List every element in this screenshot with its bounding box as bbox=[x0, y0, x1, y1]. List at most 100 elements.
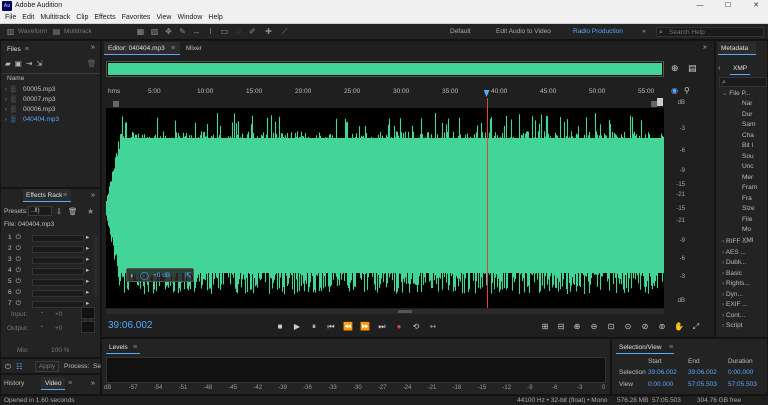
power-icon[interactable]: ⏻ bbox=[16, 278, 21, 285]
output-knob-icon[interactable]: ◔ bbox=[39, 324, 43, 331]
zoom-in-amplitude-icon[interactable]: ⊞ bbox=[539, 321, 551, 333]
mixer-tab[interactable]: Mixer bbox=[186, 45, 202, 52]
metadata-group[interactable]: › AES ... bbox=[722, 248, 768, 259]
razor-tool-icon[interactable]: ✎ bbox=[178, 27, 187, 36]
overview-navigator[interactable] bbox=[106, 61, 664, 77]
metadata-group[interactable]: › RIFF ... bbox=[722, 237, 768, 248]
volume-handle[interactable] bbox=[657, 98, 663, 106]
metadata-group[interactable]: › Rights... bbox=[722, 279, 768, 290]
presets-dropdown[interactable]: ..ll) bbox=[28, 206, 52, 216]
power-icon[interactable]: ⏻ bbox=[16, 245, 21, 252]
time-ruler[interactable]: 5:00 10:00 15:00 20:00 25:00 30:00 35:00 40:00 4… bbox=[106, 86, 664, 98]
panel-menu-icon[interactable]: ≡ bbox=[133, 344, 137, 351]
metadata-group[interactable]: › Basic bbox=[722, 269, 768, 280]
list-view-icon[interactable]: ☷ bbox=[16, 362, 23, 371]
effect-slot[interactable]: 3 ⏻ ▸ bbox=[4, 255, 94, 265]
expand-arrow-icon[interactable]: › bbox=[1, 115, 11, 125]
hand-tool-icon[interactable]: ✋ bbox=[673, 321, 685, 333]
list-item-selected[interactable]: › ▒ 040404.mp3 bbox=[1, 115, 100, 125]
selection-end-field[interactable]: 39:06.002 bbox=[688, 369, 717, 376]
metadata-search-box[interactable]: ⌕ bbox=[719, 77, 767, 87]
view-options-icon[interactable]: ▤ bbox=[688, 63, 697, 74]
power-icon[interactable]: ⏻ bbox=[5, 362, 11, 372]
metadata-field[interactable]: Mer bbox=[742, 173, 768, 184]
multitrack-view-button[interactable]: Multitrack bbox=[64, 24, 92, 40]
power-icon[interactable]: ⏻ bbox=[16, 289, 21, 296]
time-selection-tool-icon[interactable]: I bbox=[206, 27, 215, 36]
playhead-line[interactable] bbox=[486, 98, 488, 308]
marquee-tool-icon[interactable]: ▭ bbox=[220, 27, 229, 36]
expand-arrow-icon[interactable]: ⌄ bbox=[722, 90, 727, 97]
slot-arrow-icon[interactable]: ▸ bbox=[86, 255, 89, 265]
metadata-field[interactable]: Unc bbox=[742, 162, 768, 173]
insert-icon[interactable]: ⇥ bbox=[26, 59, 32, 68]
menu-effects[interactable]: Effects bbox=[91, 12, 118, 24]
brush-tool-icon[interactable]: ✐ bbox=[248, 27, 257, 36]
slot-arrow-icon[interactable]: ▸ bbox=[86, 266, 89, 276]
metadata-field[interactable]: Dur bbox=[742, 110, 768, 121]
files-tab[interactable]: Files bbox=[7, 46, 21, 53]
effect-slot[interactable]: 1 ⏻ ▸ bbox=[4, 233, 94, 243]
pin-icon[interactable]: ⇱ bbox=[185, 271, 192, 280]
metadata-field[interactable]: Sam bbox=[742, 120, 768, 131]
search-help-box[interactable]: ⌕ bbox=[656, 27, 764, 37]
healing-brush-icon[interactable]: ⟋ bbox=[280, 27, 289, 36]
slot-arrow-icon[interactable]: ▸ bbox=[86, 244, 89, 254]
spot-healing-tool-icon[interactable]: ✚ bbox=[264, 27, 273, 36]
stop-button[interactable]: ■ bbox=[274, 321, 286, 333]
slot-arrow-icon[interactable]: ▸ bbox=[86, 233, 89, 243]
effect-slot-dropdown[interactable] bbox=[32, 279, 84, 286]
tab-video[interactable]: Video bbox=[41, 377, 65, 390]
selection-duration-field[interactable]: 0:00.000 bbox=[728, 369, 753, 376]
zoom-left-edge-icon[interactable]: ⊘ bbox=[639, 321, 651, 333]
menu-favorites[interactable]: Favorites bbox=[119, 12, 154, 24]
metadata-field[interactable]: Cha bbox=[742, 131, 768, 142]
lasso-tool-icon[interactable]: ◌ bbox=[234, 27, 243, 36]
effect-slot-dropdown[interactable] bbox=[32, 235, 84, 242]
effect-slot-dropdown[interactable] bbox=[32, 301, 84, 308]
menu-file[interactable]: File bbox=[2, 12, 19, 24]
power-icon[interactable]: ⏻ bbox=[16, 234, 21, 241]
playhead-lock-icon[interactable]: ◉ bbox=[671, 86, 678, 95]
view-end-field[interactable]: 57:05.503 bbox=[688, 381, 717, 388]
metadata-group[interactable]: › Dubli... bbox=[722, 258, 768, 269]
menu-clip[interactable]: Clip bbox=[73, 12, 91, 24]
effect-slot[interactable]: 2 ⏻ ▸ bbox=[4, 244, 94, 254]
effects-scrollbar[interactable] bbox=[94, 235, 98, 297]
process-value[interactable]: Se bbox=[93, 363, 101, 370]
metadata-tab[interactable]: Metadata bbox=[718, 42, 756, 55]
move-to-next-button[interactable]: ⏭ bbox=[376, 321, 388, 333]
view-start-field[interactable]: 0:00.000 bbox=[648, 381, 673, 388]
workspaces-more-icon[interactable]: » bbox=[642, 24, 646, 40]
column-header-name[interactable]: Name bbox=[7, 74, 24, 84]
metadata-group[interactable]: › Cont... bbox=[722, 311, 768, 322]
input-knob-icon[interactable]: ◔ bbox=[39, 310, 43, 317]
loop-playback-button[interactable]: ⟲ bbox=[410, 321, 422, 333]
view-duration-field[interactable]: 57:05.503 bbox=[728, 381, 757, 388]
expand-arrow-icon[interactable]: › bbox=[1, 85, 11, 95]
panel-expand-icon[interactable]: » bbox=[91, 192, 95, 199]
workspace-edit-audio-to-video[interactable]: Edit Audio to Video bbox=[496, 24, 551, 40]
favorite-star-icon[interactable]: ★ bbox=[87, 207, 94, 216]
minimize-button[interactable]: — bbox=[688, 0, 712, 12]
panel-expand-icon[interactable]: » bbox=[703, 44, 707, 51]
list-item[interactable]: › ▒ 00006.mp3 bbox=[1, 105, 100, 115]
move-to-previous-button[interactable]: ⏮ bbox=[325, 321, 337, 333]
metadata-field[interactable]: Mo bbox=[742, 225, 768, 236]
waveform-view-button[interactable]: Waveform bbox=[18, 24, 47, 40]
metadata-field[interactable]: Nar bbox=[742, 99, 768, 110]
delete-file-icon[interactable]: 🗑 bbox=[87, 59, 97, 68]
zoom-fit-icon[interactable]: ⤢ bbox=[690, 321, 702, 333]
waveform-display[interactable]: ◐ ◯ +0 dB ⇱ bbox=[106, 108, 664, 308]
selection-view-tab[interactable]: Selection/View ≡ bbox=[616, 341, 674, 354]
current-time-display[interactable]: 39:06.002 bbox=[108, 320, 153, 331]
search-help-input[interactable] bbox=[669, 28, 761, 37]
metadata-group[interactable]: › Script bbox=[722, 321, 768, 332]
metadata-field[interactable]: Sou bbox=[742, 152, 768, 163]
effect-slot-dropdown[interactable] bbox=[32, 268, 84, 275]
xmp-tab[interactable]: XMP bbox=[730, 63, 750, 75]
metadata-field[interactable]: Fra bbox=[742, 194, 768, 205]
rewind-button[interactable]: ⏪ bbox=[342, 321, 354, 333]
metadata-field[interactable]: Fram bbox=[742, 183, 768, 194]
volume-knob-icon[interactable]: ◐ bbox=[130, 271, 135, 280]
